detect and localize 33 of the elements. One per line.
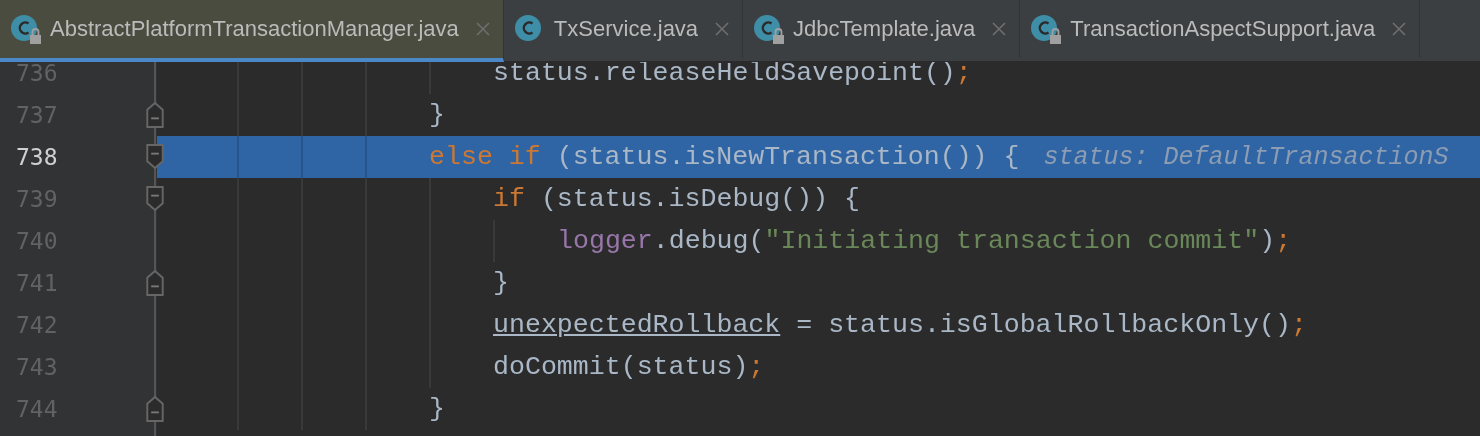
code-text: )	[1259, 226, 1276, 256]
fold-end-icon[interactable]	[145, 396, 165, 422]
code-text: doCommit(status)	[493, 352, 749, 382]
semicolon: ;	[748, 352, 765, 382]
code-text: (status.isNewTransaction()) {	[555, 142, 1020, 172]
variable-name: unexpectedRollback	[493, 310, 781, 340]
inline-value-hint: status: DefaultTransactionS	[1043, 142, 1449, 172]
field-name: logger	[557, 226, 653, 256]
code-text: (status.isDebug()) {	[539, 184, 861, 214]
code-text: = status.isGlobalRollbackOnly()	[795, 310, 1291, 340]
code-text: }	[429, 100, 445, 130]
close-icon[interactable]	[991, 21, 1008, 37]
code-text: }	[429, 394, 445, 424]
code-text: .debug(	[652, 226, 765, 256]
string-literal: "Initiating transaction commit"	[764, 226, 1260, 256]
code-text: }	[493, 268, 509, 298]
fold-marker-icon[interactable]	[145, 144, 165, 170]
close-icon[interactable]	[1391, 21, 1408, 37]
semicolon: ;	[955, 62, 972, 88]
close-icon[interactable]	[714, 21, 731, 37]
fold-marker-icon[interactable]	[145, 186, 165, 212]
editor-tab[interactable]: JdbcTemplate.java	[743, 0, 1021, 58]
close-icon[interactable]	[474, 21, 491, 37]
fold-end-icon[interactable]	[145, 102, 165, 128]
keyword: if	[493, 184, 525, 214]
keyword: else if	[429, 142, 541, 172]
fold-end-icon[interactable]	[145, 270, 165, 296]
line-number: 738	[16, 144, 58, 170]
editor-tab[interactable]: AbstractPlatformTransactionManager.java	[0, 0, 504, 62]
semicolon: ;	[1275, 226, 1292, 256]
semicolon: ;	[1290, 310, 1307, 340]
editor-tab[interactable]: TransactionAspectSupport.java	[1020, 0, 1421, 58]
editor-tab[interactable]: TxService.java	[503, 0, 744, 58]
